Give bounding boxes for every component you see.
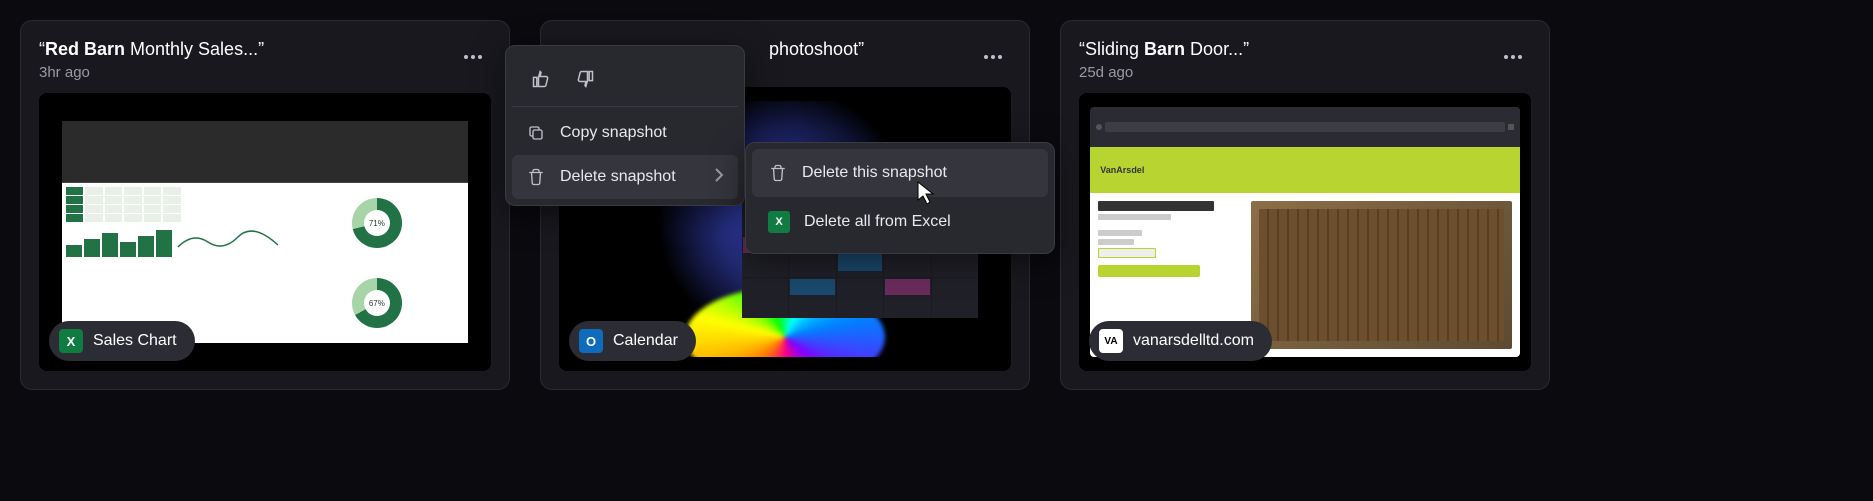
card-title-area: “Red Barn Monthly Sales...” 3hr ago xyxy=(39,39,264,81)
more-options-button[interactable] xyxy=(455,39,491,75)
title-text: “Sliding xyxy=(1079,39,1144,59)
title-text: photoshoot” xyxy=(769,39,864,59)
trash-icon xyxy=(526,167,546,187)
thumbs-down-icon xyxy=(575,69,595,89)
badge-label: vanarsdelltd.com xyxy=(1133,332,1254,350)
copy-snapshot-item[interactable]: Copy snapshot xyxy=(512,111,738,155)
outlook-icon: O xyxy=(579,329,603,353)
app-badge: O Calendar xyxy=(569,321,696,361)
delete-this-snapshot-item[interactable]: Delete this snapshot xyxy=(752,149,1048,197)
title-text: Door...” xyxy=(1185,39,1249,59)
excel-window-preview xyxy=(62,121,469,343)
excel-icon: X xyxy=(59,329,83,353)
more-options-button[interactable] xyxy=(975,39,1011,75)
more-options-button[interactable] xyxy=(1495,39,1531,75)
card-timestamp: 3hr ago xyxy=(39,64,264,81)
delete-snapshot-item[interactable]: Delete snapshot xyxy=(512,155,738,199)
title-bold: Barn xyxy=(1144,39,1185,59)
chevron-right-icon xyxy=(714,168,724,187)
feedback-row xyxy=(512,52,738,107)
card-title-area: “Sliding Barn Door...” 25d ago xyxy=(1079,39,1249,81)
card-header: “Sliding Barn Door...” 25d ago xyxy=(1079,39,1531,81)
app-badge: VA vanarsdelltd.com xyxy=(1089,321,1272,361)
thumbs-up-button[interactable] xyxy=(524,62,558,96)
context-menu: Copy snapshot Delete snapshot xyxy=(505,45,745,206)
copy-icon xyxy=(526,123,546,143)
thumbs-up-icon xyxy=(531,69,551,89)
card-title: “Red Barn Monthly Sales...” xyxy=(39,39,264,60)
website-icon: VA xyxy=(1099,329,1123,353)
menu-label: Delete this snapshot xyxy=(802,164,947,182)
browser-window-preview: VanArsdel xyxy=(1090,107,1519,357)
card-header: “Red Barn Monthly Sales...” 3hr ago xyxy=(39,39,491,81)
snapshot-card[interactable]: “Sliding Barn Door...” 25d ago VanArsdel xyxy=(1060,20,1550,390)
title-text: Monthly Sales...” xyxy=(125,39,264,59)
thumbs-down-button[interactable] xyxy=(568,62,602,96)
badge-label: Sales Chart xyxy=(93,332,177,350)
title-bold: Red Barn xyxy=(45,39,125,59)
snapshot-card[interactable]: “Red Barn Monthly Sales...” 3hr ago xyxy=(20,20,510,390)
app-badge: X Sales Chart xyxy=(49,321,195,361)
card-timestamp: 25d ago xyxy=(1079,64,1249,81)
menu-label: Delete all from Excel xyxy=(804,213,951,231)
delete-all-from-excel-item[interactable]: X Delete all from Excel xyxy=(752,197,1048,247)
more-icon xyxy=(984,55,1002,59)
snapshot-thumbnail[interactable]: VanArsdel VA vanarsdelltd.com xyxy=(1079,93,1531,371)
badge-label: Calendar xyxy=(613,332,678,350)
snapshot-thumbnail[interactable]: X Sales Chart xyxy=(39,93,491,371)
delete-submenu: Delete this snapshot X Delete all from E… xyxy=(745,142,1055,254)
more-icon xyxy=(464,55,482,59)
trash-icon xyxy=(768,163,788,183)
page-brand: VanArsdel xyxy=(1090,147,1519,193)
card-title: “Sliding Barn Door...” xyxy=(1079,39,1249,60)
menu-label: Copy snapshot xyxy=(560,124,667,142)
menu-label: Delete snapshot xyxy=(560,168,676,186)
excel-icon: X xyxy=(768,211,790,233)
more-icon xyxy=(1504,55,1522,59)
